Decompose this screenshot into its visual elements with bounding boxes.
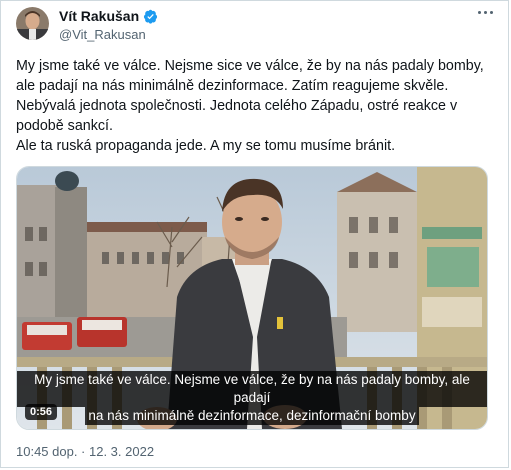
subtitle-line-1: My jsme také ve válce. Nejsme ve válce, … (17, 371, 487, 407)
tweet-timestamp[interactable]: 10:45 dop. · 12. 3. 2022 (16, 444, 154, 459)
subtitle-line-2: na nás minimálně dezinformace, dezinform… (85, 407, 419, 425)
video-subtitles: My jsme také ve válce. Nejsme ve válce, … (17, 371, 487, 425)
verified-badge-icon (144, 9, 158, 24)
author-handle[interactable]: @Vit_Rakusan (59, 27, 146, 42)
tweet-paragraph-1: My jsme také ve válce. Nejsme sice ve vá… (16, 58, 484, 134)
video-player[interactable]: My jsme také ve válce. Nejsme ve válce, … (16, 166, 488, 430)
tweet-card: Vít Rakušan @Vit_Rakusan My jsme také ve… (0, 0, 509, 468)
tweet-paragraph-2: Ale ta ruská propaganda jede. A my se to… (16, 138, 396, 154)
avatar-portrait-icon (16, 7, 49, 40)
avatar[interactable] (16, 7, 49, 40)
author-name[interactable]: Vít Rakušan (59, 8, 139, 24)
author-name-row[interactable]: Vít Rakušan (59, 8, 158, 24)
tweet-text: My jsme také ve válce. Nejsme sice ve vá… (16, 56, 501, 156)
more-options-icon[interactable] (478, 11, 493, 14)
video-duration-badge: 0:56 (25, 404, 58, 420)
